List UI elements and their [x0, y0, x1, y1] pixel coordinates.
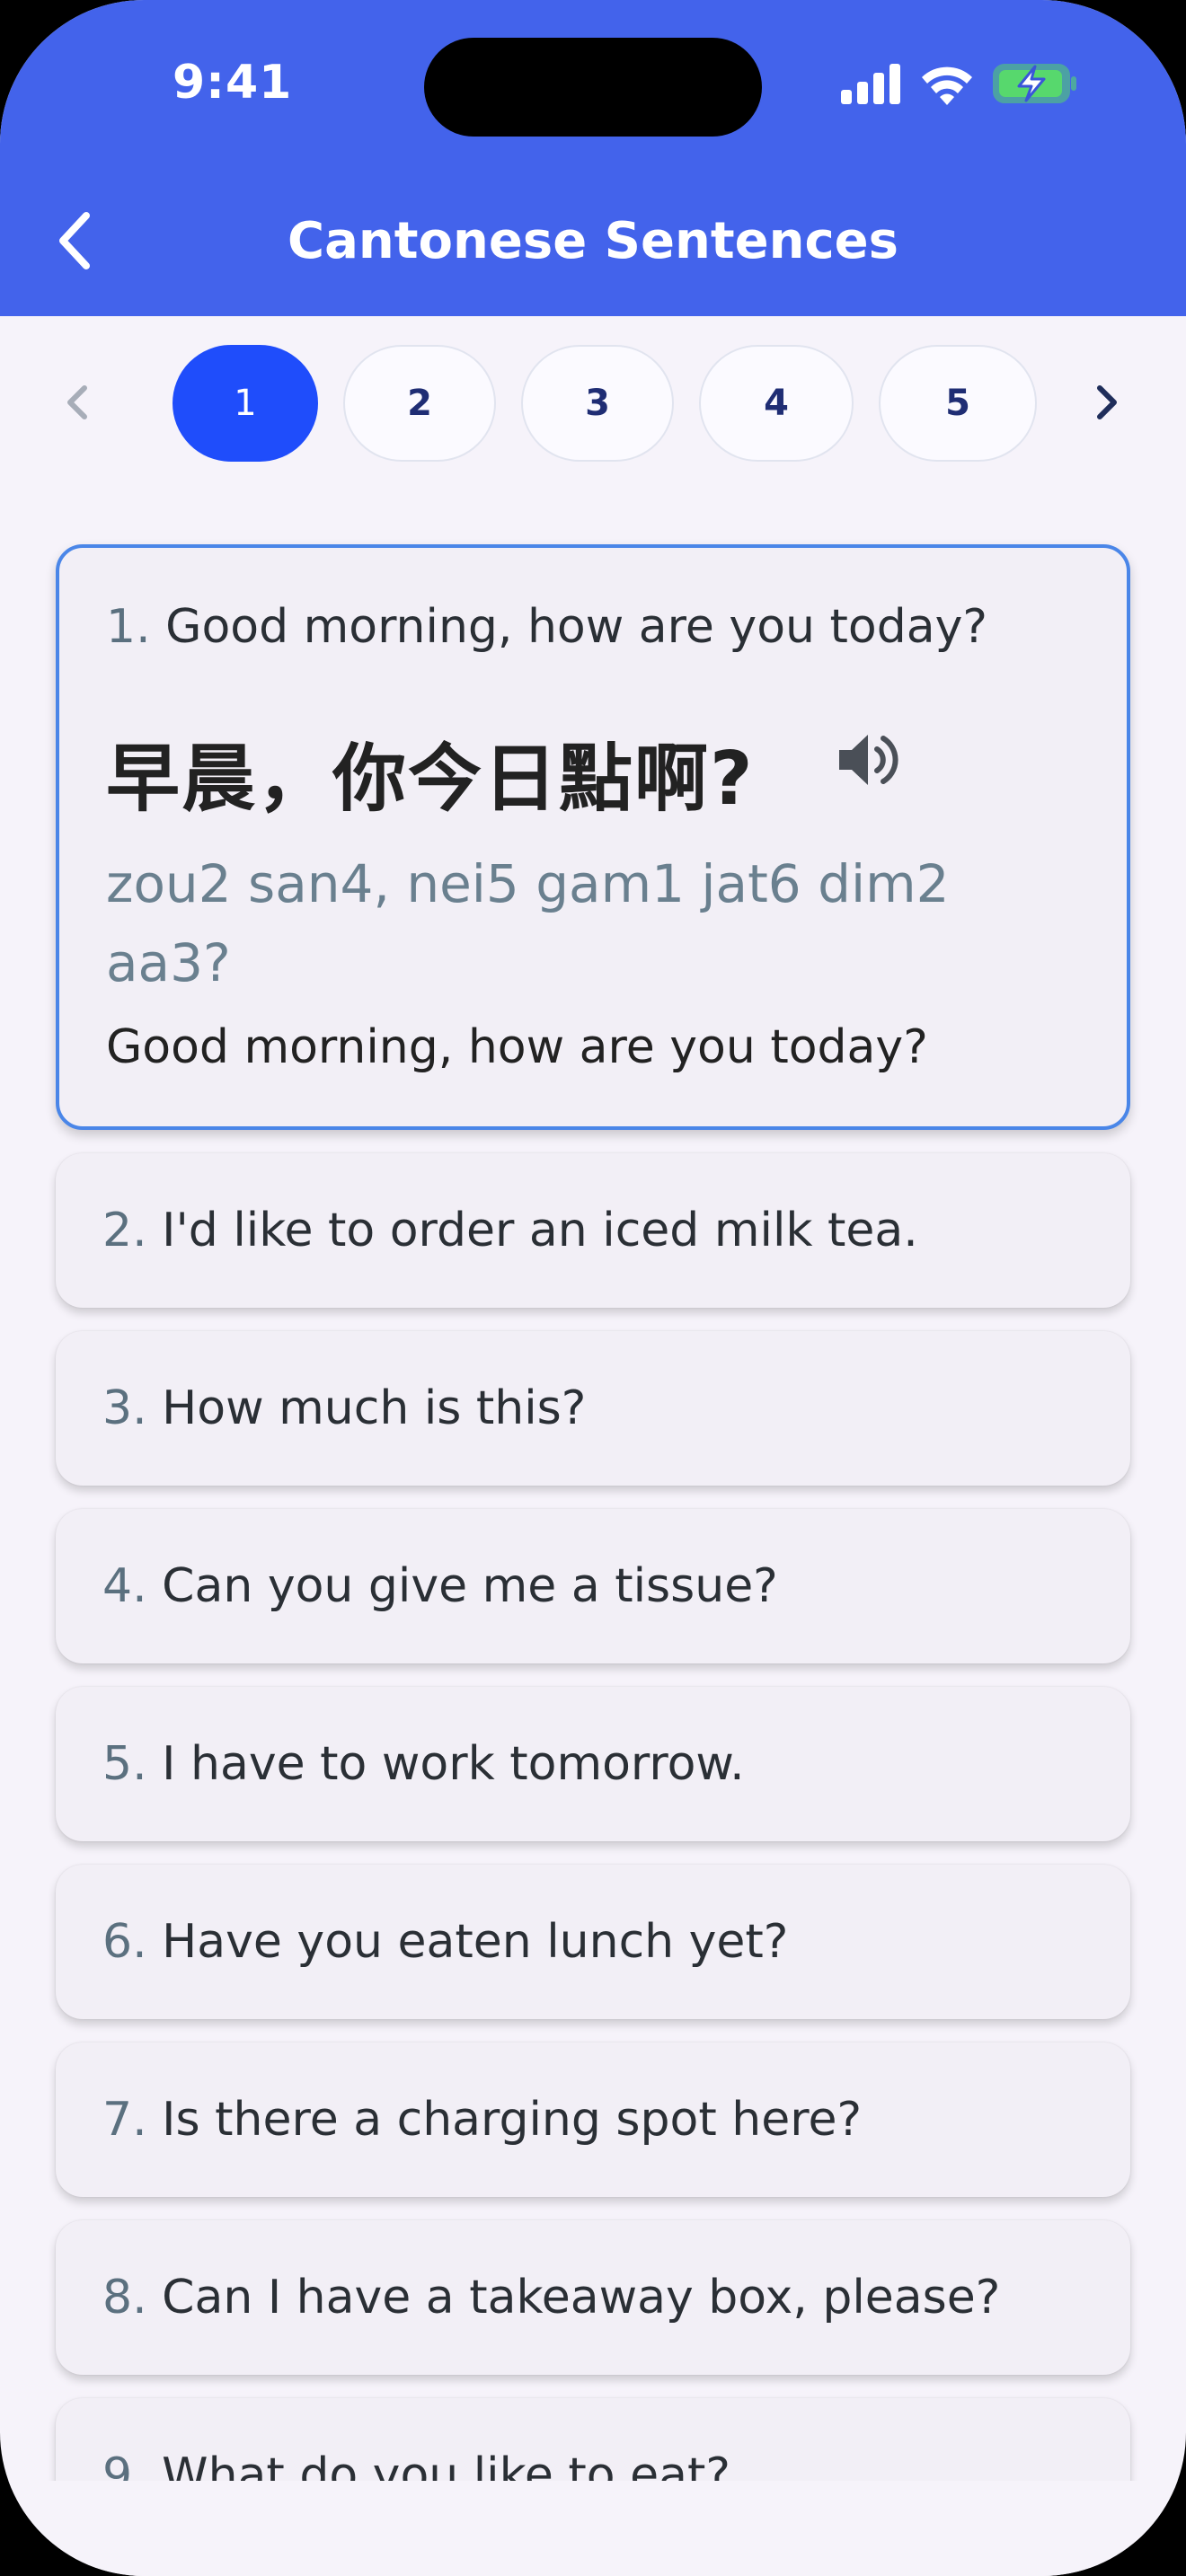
page-button-4[interactable]: 4	[699, 345, 854, 462]
page-button-1[interactable]: 1	[173, 345, 318, 462]
page-button-3[interactable]: 3	[521, 345, 674, 462]
sentence-english: Can I have a takeaway box, please?	[162, 2271, 1001, 2325]
page-button-5[interactable]: 5	[879, 345, 1037, 462]
page-title: Cantonese Sentences	[288, 212, 898, 270]
sentence-english: Good morning, how are you today?	[165, 600, 987, 654]
sentence-card[interactable]: 4. Can you give me a tissue?	[56, 1509, 1130, 1663]
sentence-number: 1.	[106, 600, 151, 654]
sentence-card-expanded[interactable]: 1. Good morning, how are you today? 早晨，你…	[56, 544, 1130, 1130]
sentence-number: 5.	[102, 1737, 147, 1791]
sentence-title: 6. Have you eaten lunch yet?	[102, 1915, 788, 1969]
sentence-card[interactable]: 2. I'd like to order an iced milk tea.	[56, 1153, 1130, 1308]
sentence-number: 6.	[102, 1915, 147, 1969]
status-time: 9:41	[173, 56, 293, 110]
sentence-english: Have you eaten lunch yet?	[162, 1915, 789, 1969]
sentence-jyutping: zou2 san4, nei5 gam1 jat6 dim2 aa3?	[106, 853, 950, 993]
next-page-button[interactable]	[1080, 375, 1134, 429]
sentence-chinese: 早晨，你今日點啊?	[106, 737, 755, 822]
app-header: 9:41 Cantonese Sentences	[0, 0, 1186, 316]
sentence-title: 8. Can I have a takeaway box, please?	[102, 2271, 1000, 2325]
sentence-english: How much is this?	[162, 1381, 587, 1435]
sentence-number: 2.	[102, 1204, 147, 1257]
speaker-icon[interactable]	[834, 726, 902, 794]
sentence-number: 8.	[102, 2271, 147, 2325]
wifi-icon	[922, 66, 972, 105]
sentence-title: 3. How much is this?	[102, 1381, 586, 1435]
sentence-title: 1. Good morning, how are you today?	[106, 600, 987, 654]
sentence-english: I'd like to order an iced milk tea.	[162, 1204, 918, 1257]
sentence-card[interactable]: 7. Is there a charging spot here?	[56, 2042, 1130, 2197]
sentence-card[interactable]: 5. I have to work tomorrow.	[56, 1687, 1130, 1841]
sentence-title: 7. Is there a charging spot here?	[102, 2093, 862, 2147]
previous-page-button[interactable]	[52, 375, 106, 429]
page-button-2[interactable]: 2	[343, 345, 496, 462]
sentence-card[interactable]: 8. Can I have a takeaway box, please?	[56, 2220, 1130, 2375]
sentence-english: Can you give me a tissue?	[162, 1559, 778, 1613]
sentence-translation: Good morning, how are you today?	[106, 1020, 928, 1074]
sentence-english: I have to work tomorrow.	[162, 1737, 745, 1791]
sentence-title: 5. I have to work tomorrow.	[102, 1737, 745, 1791]
battery-charging-icon	[993, 64, 1076, 103]
sentence-title: 4. Can you give me a tissue?	[102, 1559, 778, 1613]
app-screen: 9:41 Cantonese Sentences 1 2 3 4 5 1. Go…	[0, 0, 1186, 2576]
sentence-card[interactable]: 3. How much is this?	[56, 1331, 1130, 1486]
sentence-title: 2. I'd like to order an iced milk tea.	[102, 1204, 918, 1257]
sentence-number: 4.	[102, 1559, 147, 1613]
sentence-english: Is there a charging spot here?	[162, 2093, 863, 2147]
bottom-safe-area	[0, 2481, 1186, 2576]
sentence-number: 3.	[102, 1381, 147, 1435]
sentence-card[interactable]: 6. Have you eaten lunch yet?	[56, 1865, 1130, 2019]
sentence-number: 7.	[102, 2093, 147, 2147]
dynamic-island	[424, 38, 762, 137]
cellular-signal-icon	[841, 64, 900, 104]
